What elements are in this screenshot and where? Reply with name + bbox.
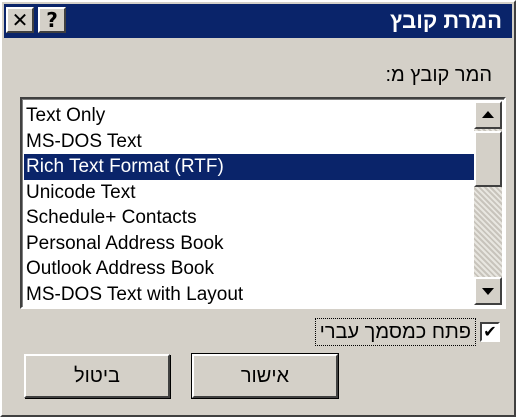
title-bar[interactable]: ✕ ? המרת קובץ [4, 4, 512, 38]
help-icon: ? [46, 8, 58, 32]
cancel-button[interactable]: ביטול [24, 354, 170, 398]
scroll-down-button[interactable] [474, 277, 502, 305]
list-item[interactable]: Rich Text Format (RTF) [24, 154, 476, 180]
convert-file-dialog: ✕ ? המרת קובץ המר קובץ מ: Text Only MS-DO… [0, 0, 516, 417]
checkmark-icon: ✔ [483, 322, 497, 341]
ok-button[interactable]: אישור [191, 353, 339, 399]
vertical-scrollbar[interactable] [474, 101, 502, 305]
list-item[interactable]: Text Only [24, 103, 476, 129]
help-button[interactable]: ? [38, 7, 66, 33]
close-icon: ✕ [11, 8, 29, 32]
scroll-up-button[interactable] [474, 101, 502, 129]
convert-from-label: המר קובץ מ: [385, 64, 492, 86]
list-item[interactable]: MS-DOS Text [24, 129, 476, 155]
list-item[interactable]: MS-DOS Text with Layout [24, 282, 476, 308]
open-as-hebrew-label[interactable]: פתח כמסמך עברי [314, 318, 476, 346]
arrow-up-icon [482, 111, 494, 118]
list-item[interactable]: Unicode Text [24, 180, 476, 206]
window-title: המרת קובץ [390, 8, 502, 33]
close-button[interactable]: ✕ [6, 7, 34, 33]
open-as-hebrew-checkbox[interactable]: ✔ [480, 322, 500, 342]
format-listbox[interactable]: Text Only MS-DOS Text Rich Text Format (RT… [20, 97, 506, 309]
format-list-items: Text Only MS-DOS Text Rich Text Format (RT… [24, 103, 476, 307]
list-item[interactable]: Outlook Address Book [24, 256, 476, 282]
list-item[interactable]: Schedule+ Contacts [24, 205, 476, 231]
scroll-thumb[interactable] [474, 131, 502, 187]
hebrew-document-option[interactable]: ✔ פתח כמסמך עברי [314, 317, 500, 347]
list-item[interactable]: Personal Address Book [24, 231, 476, 257]
arrow-down-icon [482, 288, 494, 295]
